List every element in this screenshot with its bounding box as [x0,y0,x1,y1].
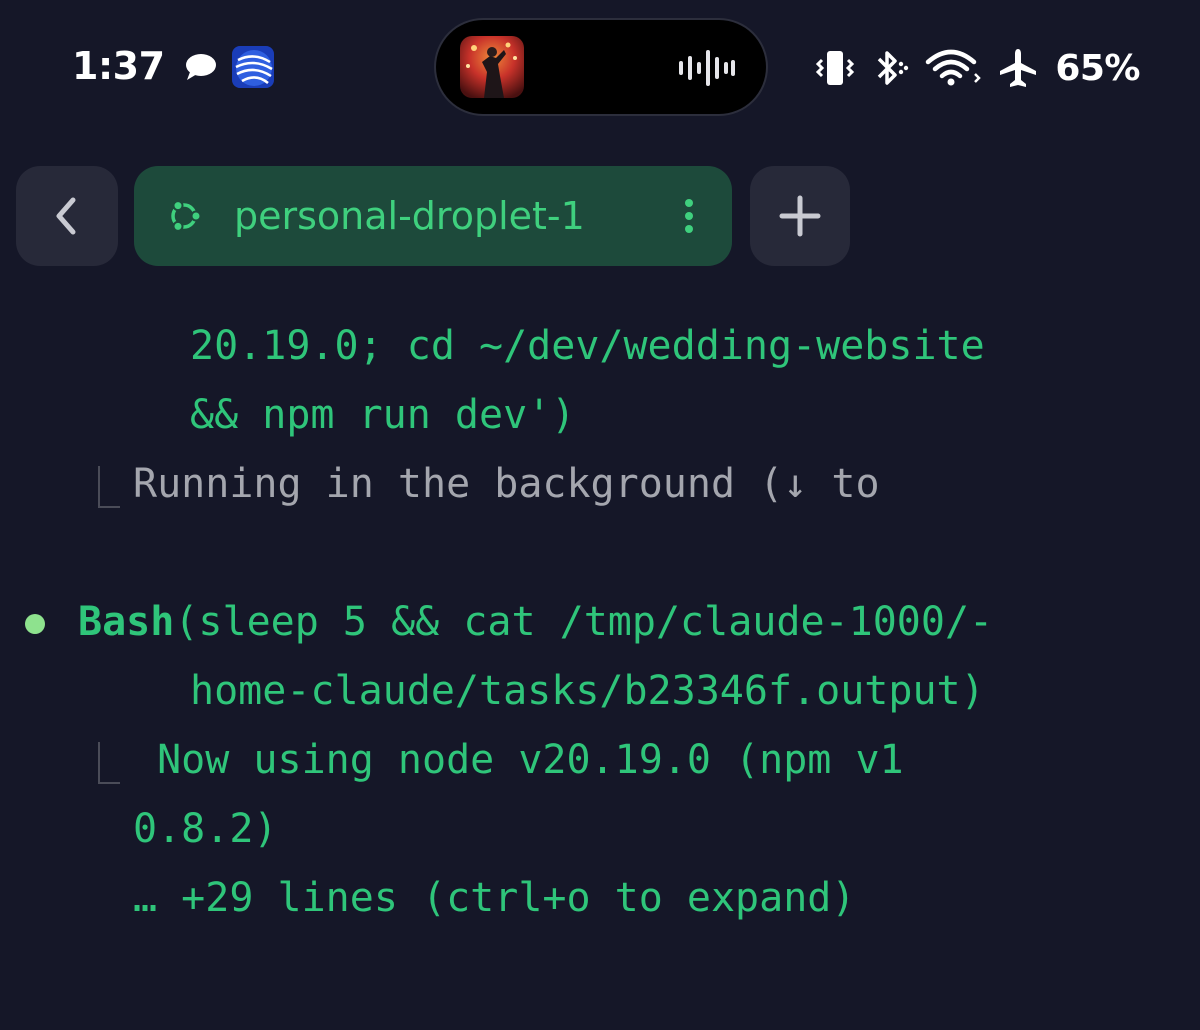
status-bar: 1:37 65% [0,0,1200,130]
status-indicators: 65% [813,44,1140,92]
messages-icon [184,52,218,82]
now-playing-artwork[interactable] [460,36,524,98]
wifi-icon [925,48,983,88]
vertical-ellipsis-icon [685,199,693,233]
airplane-mode-icon [997,47,1039,89]
tab-label: personal-droplet-1 [234,194,585,238]
bluetooth-icon [871,48,911,88]
audio-waveform-icon [678,50,736,86]
tool-name: Bash [78,599,175,645]
session-tab-bar: personal-droplet-1 [0,166,1200,268]
terminal-line: home-claude/tasks/b23346f.output) [190,668,985,714]
terminal-command-line: Bash(sleep 5 && cat /tmp/claude-1000/- [78,590,993,654]
tab-menu-button[interactable] [674,196,704,236]
tab-personal-droplet-1[interactable]: personal-droplet-1 [134,166,732,266]
add-tab-button[interactable] [750,166,850,266]
battery-percentage: 65% [1055,47,1140,89]
status-time: 1:37 [72,44,165,88]
tool-args: (sleep 5 && cat /tmp/claude-1000/- [174,599,994,645]
terminal-line: && npm run dev') [190,392,576,438]
terminal-line: 0.8.2) [133,806,278,852]
terminal-line: 20.19.0; cd ~/dev/wedding-website [190,323,985,369]
terminal-line: Running in the background (↓ to [133,461,880,507]
ubuntu-icon [164,196,204,236]
united-airlines-app-icon [232,46,274,88]
chevron-left-icon [56,197,76,235]
back-button[interactable] [16,166,118,266]
expand-hint[interactable]: … +29 lines (ctrl+o to expand) [133,866,855,930]
terminal-line: Now using node v20.19.0 (npm v1 [133,737,904,783]
terminal-output[interactable]: 20.19.0; cd ~/dev/wedding-website && npm… [0,312,1200,1012]
dynamic-island[interactable] [436,20,766,114]
tree-branch-icon [98,742,120,784]
bullet-dot-icon [25,614,45,634]
tree-branch-icon [98,466,120,508]
plus-icon [779,195,821,237]
vibrate-icon [813,48,857,88]
